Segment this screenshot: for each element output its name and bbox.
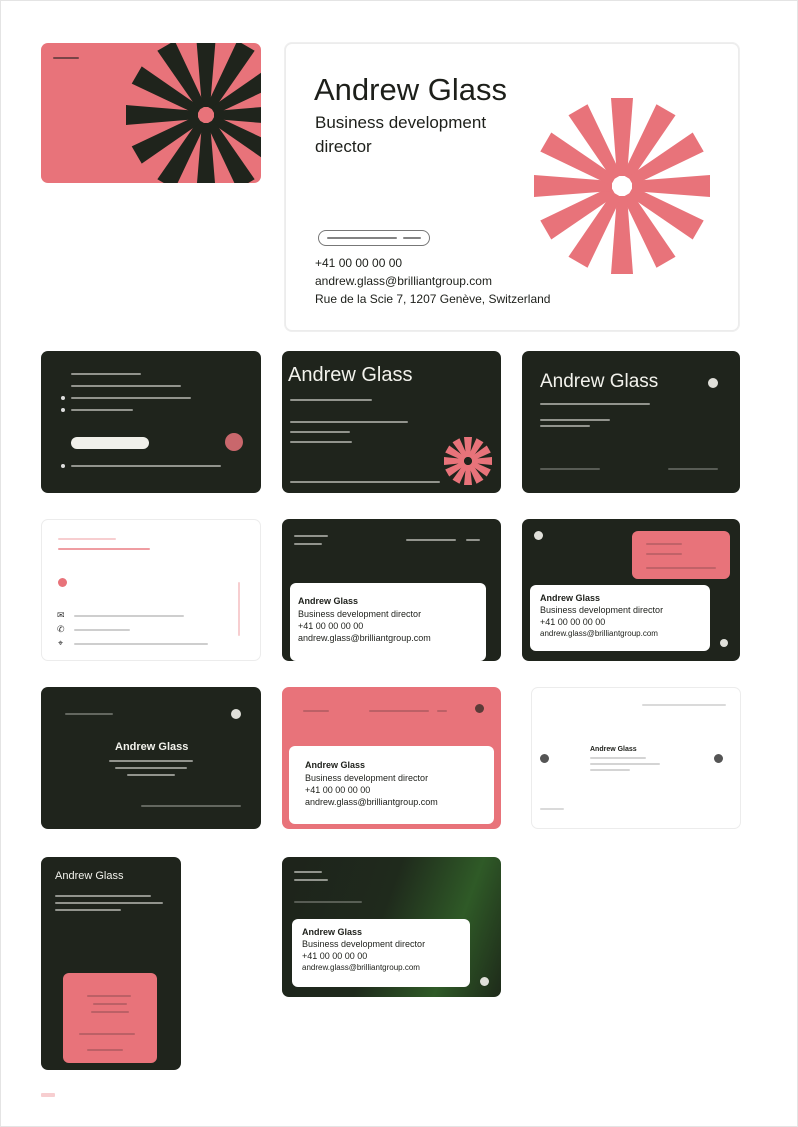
flower-icon bbox=[126, 43, 261, 183]
mockup-sheet: Andrew Glass Business development direct… bbox=[0, 0, 798, 1127]
tab-title: Business development director bbox=[298, 609, 422, 619]
tab-name: Andrew Glass bbox=[302, 927, 363, 937]
tab-phone: +41 00 00 00 00 bbox=[305, 785, 371, 795]
card-pink-tab: Andrew Glass Business development direct… bbox=[282, 687, 501, 829]
flower-icon-small bbox=[225, 433, 243, 451]
mail-icon: ✉ bbox=[57, 610, 65, 620]
card-hero: Andrew Glass Business development direct… bbox=[285, 43, 739, 331]
logo-dot-icon bbox=[480, 977, 489, 986]
center-name: Andrew Glass bbox=[115, 741, 189, 753]
card-dark-tab-1: Andrew Glass Business development direct… bbox=[282, 519, 501, 661]
tab-email: andrew.glass@brilliantgroup.com bbox=[540, 629, 658, 638]
tab-email: andrew.glass@brilliantgroup.com bbox=[305, 797, 438, 807]
location-icon: ⌖ bbox=[58, 638, 64, 648]
tab-email: andrew.glass@brilliantgroup.com bbox=[302, 963, 420, 972]
tab-name: Andrew Glass bbox=[540, 593, 601, 603]
tab-title: Business development director bbox=[305, 773, 429, 783]
tab-email: andrew.glass@brilliantgroup.com bbox=[298, 633, 431, 643]
website-pill-dark bbox=[71, 437, 149, 449]
info-tab: Andrew Glass Business development direct… bbox=[290, 583, 486, 661]
vertical-name: Andrew Glass bbox=[55, 870, 124, 882]
phone-icon: ✆ bbox=[57, 624, 65, 634]
page-number-mark bbox=[41, 1093, 55, 1097]
dark-name-2: Andrew Glass bbox=[540, 371, 659, 392]
logo-dot-icon bbox=[475, 704, 484, 713]
pink-box bbox=[632, 531, 730, 579]
card-dark-name-flower: Andrew Glass bbox=[282, 351, 501, 493]
flower-icon-hero bbox=[534, 98, 710, 274]
info-tab: Andrew Glass Business development direct… bbox=[289, 746, 494, 824]
card-dark-contacts bbox=[41, 351, 261, 493]
info-tab: Andrew Glass Business development direct… bbox=[530, 585, 710, 651]
logo-dot-icon bbox=[534, 531, 543, 540]
hero-phone: +41 00 00 00 00 bbox=[315, 256, 403, 270]
hero-title-2: director bbox=[315, 137, 372, 156]
card-dark-tab-2: Andrew Glass Business development direct… bbox=[522, 519, 740, 661]
logo-dot-icon bbox=[58, 578, 67, 587]
tab-phone: +41 00 00 00 00 bbox=[540, 617, 606, 627]
card-light-center: Andrew Glass bbox=[531, 687, 741, 829]
card-gradient: Andrew Glass Business development direct… bbox=[282, 857, 501, 997]
hero-address: Rue de la Scie 7, 1207 Genève, Switzerla… bbox=[315, 292, 551, 306]
logo-mark bbox=[53, 57, 79, 59]
card-light-contacts: ✉ ✆ ⌖ bbox=[41, 519, 261, 661]
pink-box bbox=[63, 973, 157, 1063]
dark-name-1: Andrew Glass bbox=[288, 364, 413, 386]
logo-dot-icon bbox=[231, 709, 241, 719]
logo-dot-icon bbox=[720, 639, 728, 647]
logo-dot-icon bbox=[540, 754, 549, 763]
website-pill bbox=[318, 230, 430, 246]
info-tab: Andrew Glass Business development direct… bbox=[292, 919, 470, 987]
tab-name: Andrew Glass bbox=[305, 760, 366, 770]
tab-phone: +41 00 00 00 00 bbox=[302, 951, 368, 961]
hero-name: Andrew Glass bbox=[314, 72, 507, 107]
tab-title: Business development director bbox=[540, 605, 664, 615]
tab-phone: +41 00 00 00 00 bbox=[298, 621, 364, 631]
logo-dot-icon bbox=[708, 378, 718, 388]
hero-title-1: Business development bbox=[315, 113, 487, 132]
logo-dot-icon bbox=[714, 754, 723, 763]
light-center-name: Andrew Glass bbox=[590, 746, 637, 753]
flower-icon-pink bbox=[444, 437, 492, 485]
tab-title: Business development director bbox=[302, 939, 426, 949]
card-pink-flower bbox=[41, 43, 261, 183]
tab-name: Andrew Glass bbox=[298, 596, 359, 606]
card-dark-name: Andrew Glass bbox=[522, 351, 740, 493]
hero-email: andrew.glass@brilliantgroup.com bbox=[315, 274, 492, 288]
card-dark-center: Andrew Glass bbox=[41, 687, 261, 829]
card-dark-vertical: Andrew Glass bbox=[41, 857, 181, 1070]
